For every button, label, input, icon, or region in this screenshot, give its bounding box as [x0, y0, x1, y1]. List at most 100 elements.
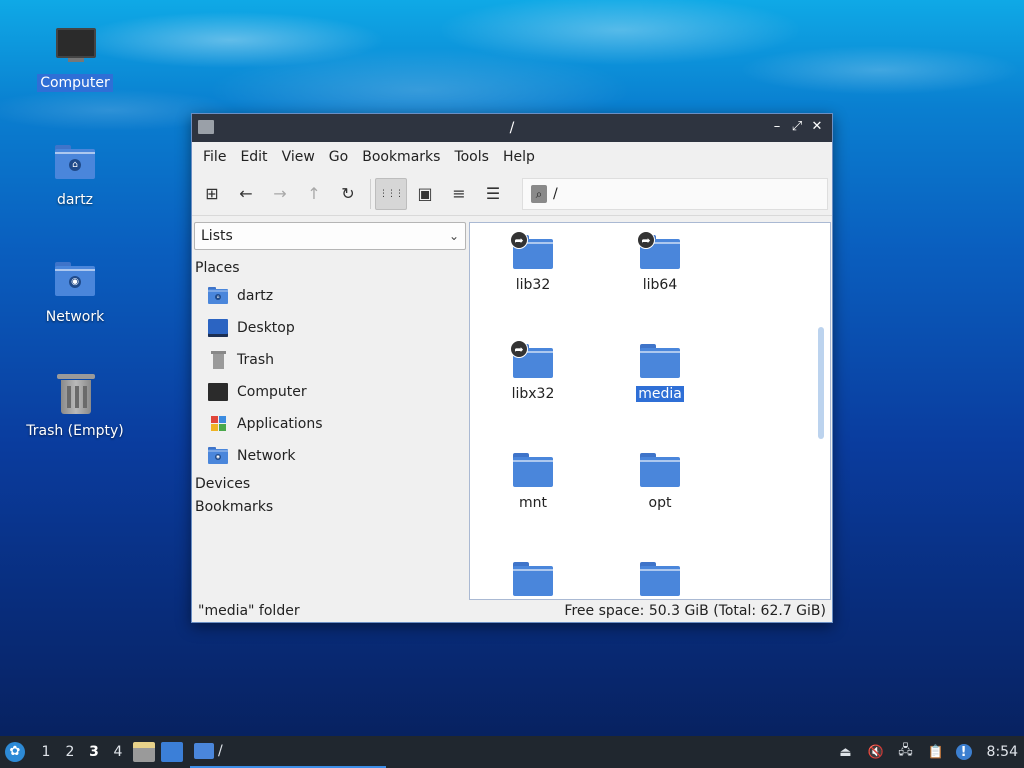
file-item-libx32[interactable]: ➦ libx32 — [478, 340, 588, 402]
minimize-button[interactable]: – — [768, 118, 786, 136]
new-tab-button[interactable]: ⊞ — [196, 178, 228, 210]
folder-icon — [513, 562, 553, 598]
back-button[interactable]: ← — [230, 178, 262, 210]
file-item-partial[interactable] — [478, 562, 588, 604]
home-folder-icon: ⌂ — [208, 287, 228, 305]
menu-file[interactable]: File — [196, 149, 233, 165]
folder-app-icon — [198, 120, 214, 134]
workspace-3[interactable]: 3 — [82, 744, 106, 760]
volume-muted-icon[interactable]: 🔇 — [866, 742, 886, 762]
path-text: / — [553, 186, 558, 202]
network-folder-icon: ◉ — [53, 258, 97, 302]
desktop-icon-label: Network — [45, 309, 105, 325]
compact-view-button[interactable]: ≡ — [443, 178, 475, 210]
place-item-network[interactable]: ◉ Network — [208, 442, 295, 470]
file-item-media[interactable]: media — [605, 344, 715, 402]
place-label: Network — [237, 448, 296, 464]
folder-icon — [640, 562, 680, 598]
menu-bookmarks[interactable]: Bookmarks — [355, 149, 447, 165]
file-view[interactable]: ➦ lib32 ➦ lib64 ➦ libx32 media mnt opt — [469, 222, 831, 600]
reload-icon: ↻ — [341, 184, 355, 203]
compact-view-icon: ≡ — [452, 184, 466, 203]
taskbar-window-file-manager[interactable]: / — [190, 736, 386, 768]
folder-symlink-icon: ➦ — [637, 231, 680, 271]
side-pane-mode-value: Lists — [201, 228, 233, 244]
toolbar: ⊞ ← → ↑ ↻ ⋮⋮⋮ ▣ ≡ ☰ ⌕ / — [192, 172, 832, 216]
trash-icon — [53, 372, 97, 416]
menu-go[interactable]: Go — [322, 149, 355, 165]
toolbar-separator — [370, 178, 371, 209]
file-item-lib64[interactable]: ➦ lib64 — [605, 231, 715, 293]
file-item-lib32[interactable]: ➦ lib32 — [478, 231, 588, 293]
workspace-1[interactable]: 1 — [34, 744, 58, 760]
place-label: Computer — [237, 384, 307, 400]
network-icon[interactable]: 🖧 — [896, 742, 916, 762]
file-manager-launcher-icon[interactable] — [133, 742, 155, 762]
path-bar[interactable]: ⌕ / — [522, 178, 828, 210]
place-item-computer[interactable]: Computer — [208, 378, 307, 406]
window-titlebar[interactable]: / – ⤢ ✕ — [192, 114, 832, 142]
update-notifier-icon[interactable]: ! — [955, 744, 972, 760]
file-name: lib32 — [515, 277, 551, 293]
folder-symlink-icon: ➦ — [510, 340, 553, 380]
place-item-dartz[interactable]: ⌂ dartz — [208, 282, 273, 310]
place-item-trash[interactable]: Trash — [208, 346, 274, 374]
start-menu-button[interactable]: ✿ — [0, 736, 30, 768]
file-name: mnt — [519, 495, 547, 511]
path-search-icon[interactable]: ⌕ — [531, 185, 547, 203]
symlink-arrow-icon: ➦ — [510, 340, 528, 358]
status-selection: "media" folder — [198, 603, 300, 619]
desktop-icon-dartz[interactable]: ⌂ dartz — [20, 141, 130, 209]
eject-icon[interactable]: ⏏ — [836, 742, 856, 762]
up-icon: ↑ — [307, 184, 321, 203]
home-folder-icon: ⌂ — [53, 141, 97, 185]
place-label: Trash — [237, 352, 274, 368]
file-item-partial[interactable] — [605, 562, 715, 604]
folder-icon — [513, 453, 553, 489]
menu-edit[interactable]: Edit — [233, 149, 274, 165]
network-folder-icon: ◉ — [208, 447, 228, 465]
folder-icon — [640, 453, 680, 489]
thumbnail-view-button[interactable]: ▣ — [409, 178, 441, 210]
clock[interactable]: 8:54 — [987, 744, 1018, 760]
menu-view[interactable]: View — [275, 149, 322, 165]
place-label: dartz — [237, 288, 274, 304]
menu-tools[interactable]: Tools — [447, 149, 496, 165]
icon-view-button[interactable]: ⋮⋮⋮ — [375, 177, 407, 210]
up-button[interactable]: ↑ — [298, 178, 330, 210]
maximize-button[interactable]: ⤢ — [788, 118, 806, 136]
side-pane-mode-select[interactable]: Lists ⌄ — [194, 222, 466, 250]
workspace-2[interactable]: 2 — [58, 744, 82, 760]
desktop-icon-computer[interactable]: Computer — [20, 24, 130, 92]
section-devices[interactable]: Devices — [195, 476, 250, 492]
vertical-scrollbar[interactable] — [818, 327, 824, 439]
forward-button[interactable]: → — [264, 178, 296, 210]
section-places[interactable]: Places — [195, 260, 240, 276]
clipboard-icon[interactable]: 📋 — [926, 742, 946, 762]
symlink-arrow-icon: ➦ — [510, 231, 528, 249]
desktop-icon-label: Computer — [37, 74, 113, 92]
show-desktop-icon[interactable] — [161, 742, 183, 762]
menu-help[interactable]: Help — [496, 149, 542, 165]
folder-icon — [194, 743, 214, 759]
workspace-4[interactable]: 4 — [106, 744, 130, 760]
close-button[interactable]: ✕ — [808, 118, 826, 136]
computer-icon — [208, 383, 228, 401]
file-item-opt[interactable]: opt — [605, 453, 715, 511]
detailed-list-icon: ☰ — [485, 184, 501, 203]
trash-icon — [208, 351, 228, 369]
system-tray: ⏏ 🔇 🖧 📋 ! 8:54 — [831, 736, 1024, 768]
file-item-mnt[interactable]: mnt — [478, 453, 588, 511]
back-icon: ← — [239, 184, 253, 203]
desktop-icon-trash[interactable]: Trash (Empty) — [20, 372, 130, 440]
place-item-desktop[interactable]: Desktop — [208, 314, 295, 342]
folder-icon — [640, 344, 680, 380]
reload-button[interactable]: ↻ — [332, 178, 364, 210]
status-bar: "media" folder Free space: 50.3 GiB (Tot… — [192, 600, 832, 622]
monitor-icon — [53, 24, 97, 68]
section-bookmarks[interactable]: Bookmarks — [195, 499, 273, 515]
status-free-space: Free space: 50.3 GiB (Total: 62.7 GiB) — [564, 603, 826, 619]
detailed-list-button[interactable]: ☰ — [477, 178, 509, 210]
place-item-applications[interactable]: Applications — [208, 410, 323, 438]
desktop-icon-network[interactable]: ◉ Network — [20, 258, 130, 326]
